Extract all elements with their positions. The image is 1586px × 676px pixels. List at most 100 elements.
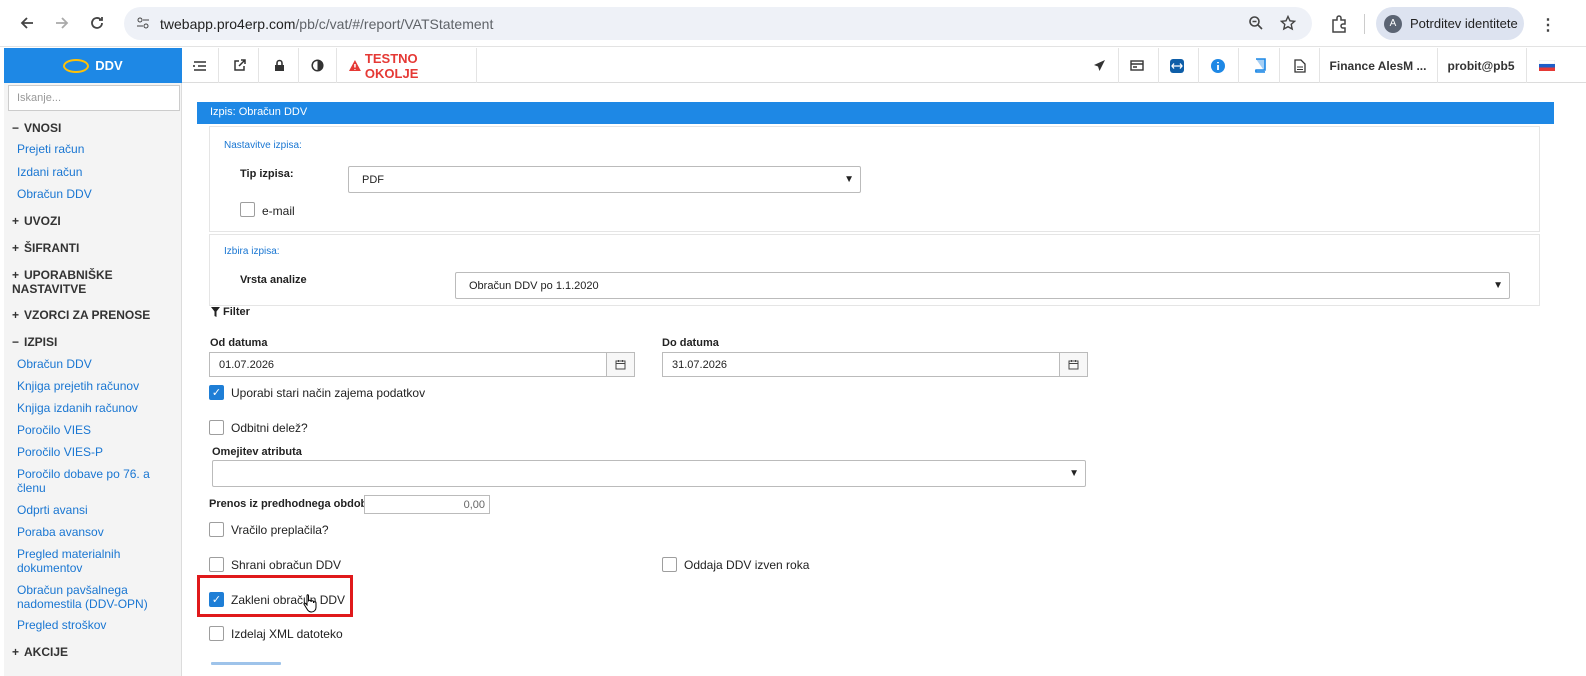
do-datuma-input[interactable]: 31.07.2026 [662, 352, 1060, 377]
sidebar-item[interactable]: Odprti avansi [17, 503, 88, 517]
sidebar-section-sifranti[interactable]: + ŠIFRANTI [12, 241, 79, 255]
odbitni-delez-checkbox[interactable] [209, 420, 224, 435]
site-settings-icon[interactable] [136, 16, 150, 33]
calendar-icon[interactable] [1059, 352, 1088, 377]
sidebar-section-uvozi[interactable]: + UVOZI [12, 214, 61, 228]
contrast-icon[interactable] [304, 48, 330, 83]
bookmark-star-icon[interactable] [1279, 14, 1297, 34]
sidebar-item[interactable]: Poraba avansov [17, 525, 104, 539]
shrani-obracun-checkbox[interactable] [209, 557, 224, 572]
manual-book-icon[interactable] [1246, 48, 1272, 83]
topbar-divider [1437, 48, 1438, 83]
identity-button[interactable]: A Potrditev identitete [1376, 7, 1524, 40]
section-label: NASTAVITVE [12, 282, 87, 296]
sidebar-item-label: nadomestila (DDV-OPN) [17, 597, 148, 611]
forward-icon[interactable] [49, 10, 75, 36]
sidebar-item-label: členu [17, 481, 46, 495]
card-icon[interactable] [1124, 48, 1150, 83]
url-text: twebapp.pro4erp.com/pb/c/vat/#/report/VA… [160, 16, 493, 32]
sidebar-section-uporabniske-nastavitve[interactable]: + UPORABNIŠKE NASTAVITVE [12, 268, 113, 296]
vrsta-analize-select[interactable]: Obračun DDV po 1.1.2020 ▼ [455, 272, 1510, 299]
topbar-divider [1238, 48, 1239, 83]
email-checkbox[interactable] [240, 202, 255, 217]
sidebar-item-label: Obračun pavšalnega [17, 583, 128, 597]
choice-panel-title: Izbira izpisa: [224, 246, 280, 257]
menu-toggle-icon[interactable] [188, 48, 212, 83]
collapse-icon: − [12, 335, 20, 349]
vrsta-analize-label: Vrsta analize [240, 274, 307, 286]
old-mode-checkbox[interactable]: ✓ [209, 385, 224, 400]
language-flag-icon[interactable] [1532, 48, 1562, 83]
old-mode-label: Uporabi stari način zajema podatkov [231, 386, 426, 400]
sidebar-item[interactable]: Pregled stroškov [17, 618, 106, 632]
teamviewer-icon[interactable] [1164, 48, 1190, 83]
calendar-icon[interactable] [606, 352, 635, 377]
expand-icon: + [12, 645, 20, 659]
settings-panel-title: Nastavitve izpisa: [224, 140, 302, 151]
sidebar-search-input[interactable]: Iskanje... [8, 85, 180, 111]
zoom-icon[interactable] [1248, 15, 1264, 34]
prenos-label: Prenos iz predhodnega obdobja [209, 498, 377, 510]
sidebar-item[interactable]: Obračun pavšalnega nadomestila (DDV-OPN) [17, 583, 148, 611]
sidebar-item[interactable]: Poročilo dobave po 76. a členu [17, 467, 150, 495]
topbar-divider [218, 48, 219, 83]
toolbar-divider [1364, 14, 1365, 34]
test-environment-label: TESTNO OKOLJE [364, 50, 419, 81]
vracilo-label: Vračilo preplačila? [231, 523, 329, 537]
sidebar-item[interactable]: Knjiga izdanih računov [17, 401, 138, 415]
info-icon[interactable] [1205, 48, 1231, 83]
sidebar-item[interactable]: Knjiga prejetih računov [17, 379, 139, 393]
sidebar-section-akcije[interactable]: + AKCIJE [12, 645, 68, 659]
xml-checkbox[interactable] [209, 626, 224, 641]
vracilo-checkbox[interactable] [209, 522, 224, 537]
oddaja-izven-roka-label: Oddaja DDV izven roka [684, 558, 810, 572]
app-topbar: TESTNO OKOLJE Finance AlesM ... probit@p… [182, 48, 1586, 83]
section-label: VZORCI ZA PRENOSE [24, 308, 151, 322]
check-icon: ✓ [211, 387, 222, 399]
expand-icon: + [12, 241, 20, 255]
oddaja-izven-roka-checkbox[interactable] [662, 557, 677, 572]
user-login[interactable]: probit@pb5 [1443, 48, 1519, 83]
filter-heading[interactable]: Filter [211, 306, 250, 318]
user-company[interactable]: Finance AlesM ... [1324, 48, 1432, 83]
send-icon[interactable] [1086, 48, 1112, 83]
topbar-divider [1319, 48, 1320, 83]
chevron-down-icon: ▼ [1069, 468, 1079, 479]
tip-izpisa-value: PDF [362, 174, 384, 186]
logo-icon [63, 58, 90, 73]
sidebar-item-label: Poročilo dobave po 76. a [17, 467, 150, 481]
app-brand[interactable]: DDV [4, 48, 182, 83]
collapse-icon: − [12, 121, 20, 135]
lock-icon[interactable] [266, 48, 292, 83]
od-datuma-input[interactable]: 01.07.2026 [209, 352, 607, 377]
prenos-input[interactable]: 0,00 [364, 495, 490, 514]
omejitev-atributa-label: Omejitev atributa [212, 446, 302, 458]
url-host: twebapp.pro4erp.com [160, 16, 296, 32]
sidebar-item[interactable]: Obračun DDV [17, 357, 92, 371]
section-label: UVOZI [24, 214, 61, 228]
sidebar-item[interactable]: Izdani račun [17, 165, 82, 179]
sidebar-section-izpisi[interactable]: − IZPISI [12, 335, 57, 349]
sidebar-section-vzorci[interactable]: + VZORCI ZA PRENOSE [12, 308, 150, 322]
topbar-divider [1198, 48, 1199, 83]
reload-icon[interactable] [84, 10, 110, 36]
sidebar-item[interactable]: Poročilo VIES-P [17, 445, 103, 459]
extensions-icon[interactable] [1330, 15, 1348, 36]
sidebar-item-label: Pregled materialnih [17, 547, 121, 561]
sidebar-item[interactable]: Prejeti račun [17, 142, 84, 156]
sidebar-section-vnosi[interactable]: − VNOSI [12, 121, 61, 135]
back-icon[interactable] [14, 10, 40, 36]
tip-izpisa-select[interactable]: PDF ▼ [348, 166, 861, 193]
browser-menu-icon[interactable]: ⋮ [1540, 15, 1556, 35]
omejitev-atributa-select[interactable]: ▼ [212, 460, 1086, 487]
sidebar-item[interactable]: Poročilo VIES [17, 423, 91, 437]
section-label: AKCIJE [24, 645, 69, 659]
address-bar[interactable]: twebapp.pro4erp.com/pb/c/vat/#/report/VA… [124, 7, 1312, 40]
warning-icon [348, 60, 361, 71]
sidebar-item[interactable]: Pregled materialnih dokumentov [17, 547, 120, 575]
topbar-divider [1526, 48, 1527, 83]
external-link-icon[interactable] [226, 48, 252, 83]
sidebar-item[interactable]: Obračun DDV [17, 187, 92, 201]
document-icon[interactable] [1287, 48, 1313, 83]
chevron-down-icon: ▼ [1493, 280, 1503, 291]
